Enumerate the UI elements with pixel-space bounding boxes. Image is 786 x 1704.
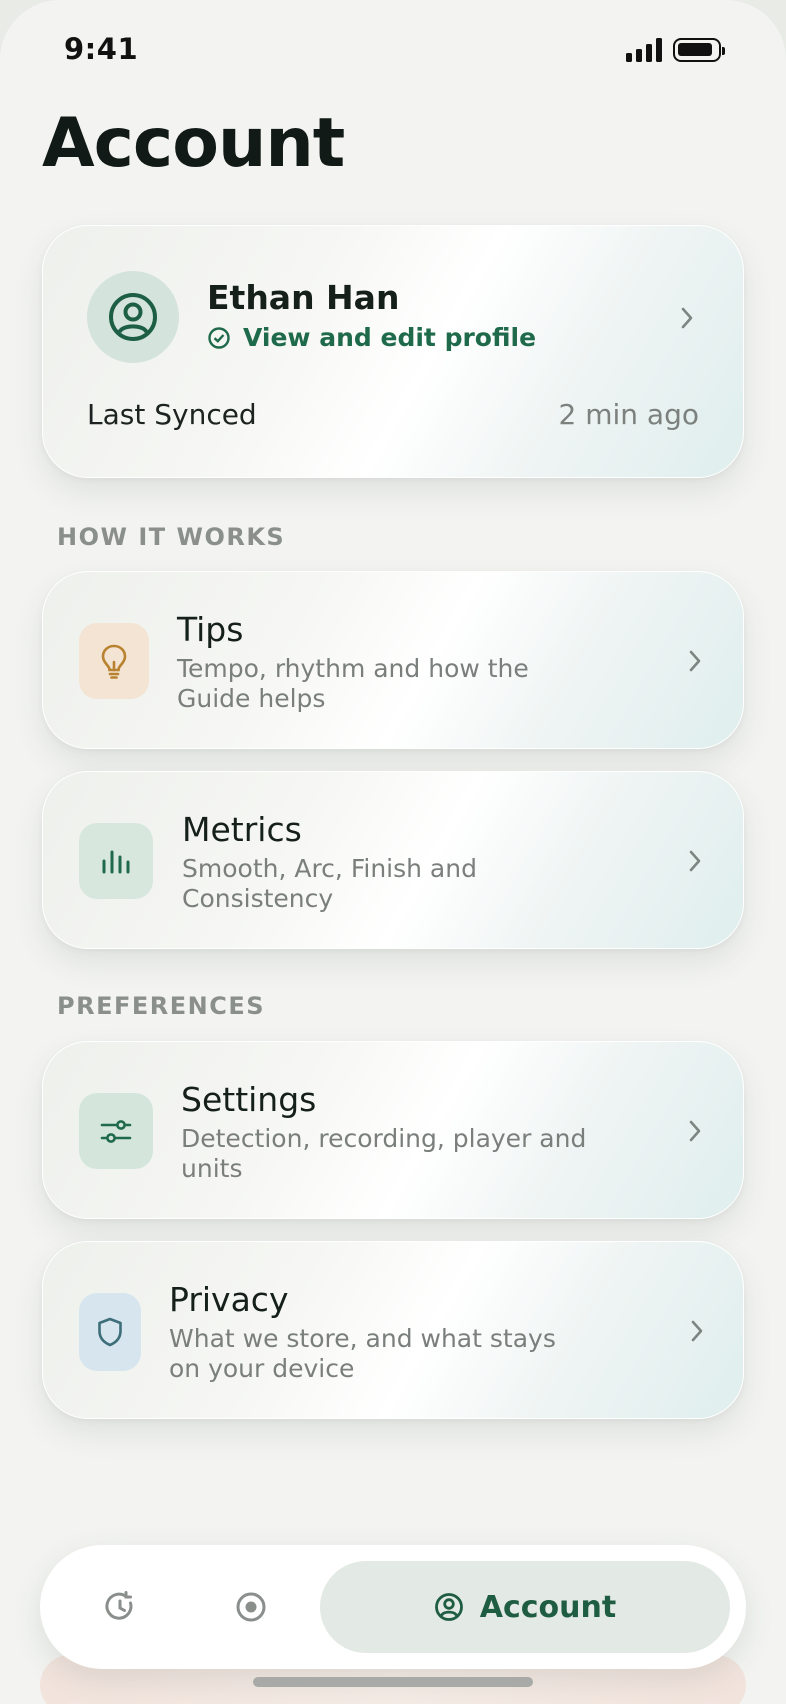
lightbulb-icon xyxy=(79,623,149,699)
chevron-right-icon xyxy=(689,650,701,672)
tab-account[interactable]: Account xyxy=(320,1561,730,1653)
shield-icon xyxy=(79,1293,141,1371)
chevron-right-icon xyxy=(691,1320,703,1342)
menu-item-title: Settings xyxy=(181,1080,317,1119)
profile-card[interactable]: Ethan Han View and edit profile Last Syn… xyxy=(42,225,744,478)
sliders-icon xyxy=(79,1093,153,1169)
section-label-preferences: PREFERENCES xyxy=(57,992,266,1020)
menu-item-title: Privacy xyxy=(169,1280,289,1319)
cellular-signal-icon xyxy=(626,38,664,62)
tab-bar: Account xyxy=(40,1545,746,1669)
menu-item-privacy[interactable]: Privacy What we store, and what stays on… xyxy=(42,1241,744,1419)
menu-item-tips[interactable]: Tips Tempo, rhythm and how the Guide hel… xyxy=(42,571,744,749)
menu-item-description: Smooth, Arc, Finish and Consistency xyxy=(182,854,477,913)
bar-chart-icon xyxy=(79,823,153,899)
menu-item-title: Metrics xyxy=(182,810,302,849)
last-synced-value: 2 min ago xyxy=(558,398,699,431)
menu-item-description: Detection, recording, player and units xyxy=(181,1124,587,1183)
view-profile-label: View and edit profile xyxy=(243,323,537,352)
battery-icon xyxy=(673,38,725,62)
menu-item-description: What we store, and what stays on your de… xyxy=(169,1324,556,1383)
tab-history[interactable] xyxy=(102,1589,138,1625)
status-bar: 9:41 xyxy=(0,0,786,100)
record-icon xyxy=(236,1592,266,1622)
user-circle-icon xyxy=(87,271,179,363)
menu-item-metrics[interactable]: Metrics Smooth, Arc, Finish and Consiste… xyxy=(42,771,744,949)
profile-name: Ethan Han xyxy=(207,278,400,317)
tab-record[interactable] xyxy=(233,1589,269,1625)
last-synced-label: Last Synced xyxy=(87,398,257,431)
chevron-right-icon xyxy=(689,850,701,872)
history-icon xyxy=(105,1591,133,1620)
menu-item-settings[interactable]: Settings Detection, recording, player an… xyxy=(42,1041,744,1219)
chevron-right-icon xyxy=(689,1120,701,1142)
menu-item-title: Tips xyxy=(177,610,244,649)
user-circle-icon xyxy=(434,1593,463,1621)
chevron-right-icon xyxy=(681,307,693,329)
tab-account-label: Account xyxy=(479,1589,617,1625)
check-circle-icon xyxy=(208,326,230,349)
page-title: Account xyxy=(42,104,345,183)
home-indicator xyxy=(253,1677,533,1687)
menu-item-description: Tempo, rhythm and how the Guide helps xyxy=(177,654,529,713)
status-time: 9:41 xyxy=(64,32,139,66)
section-label-how-it-works: HOW IT WORKS xyxy=(57,523,286,551)
view-profile-link[interactable]: View and edit profile xyxy=(207,323,536,352)
phone-screen: 9:41 Account Ethan Han View and edit pro… xyxy=(0,0,786,1704)
